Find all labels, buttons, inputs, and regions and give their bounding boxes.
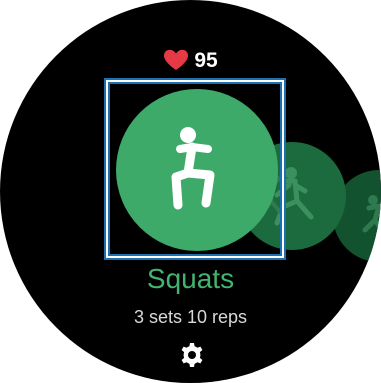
gear-icon bbox=[181, 343, 203, 367]
selection-focus-frame bbox=[106, 80, 284, 258]
heart-rate-indicator: 95 bbox=[0, 46, 381, 74]
heart-rate-value: 95 bbox=[194, 48, 218, 72]
watch-screen: 95 Squats 3 sets 10 reps bbox=[0, 0, 381, 383]
heart-icon bbox=[164, 49, 189, 70]
jump-icon bbox=[362, 195, 381, 234]
watch-face: 95 Squats 3 sets 10 reps bbox=[0, 0, 381, 383]
workout-title: Squats bbox=[146, 263, 235, 294]
workout-detail: 3 sets 10 reps bbox=[133, 307, 248, 327]
settings-button[interactable] bbox=[179, 342, 205, 368]
